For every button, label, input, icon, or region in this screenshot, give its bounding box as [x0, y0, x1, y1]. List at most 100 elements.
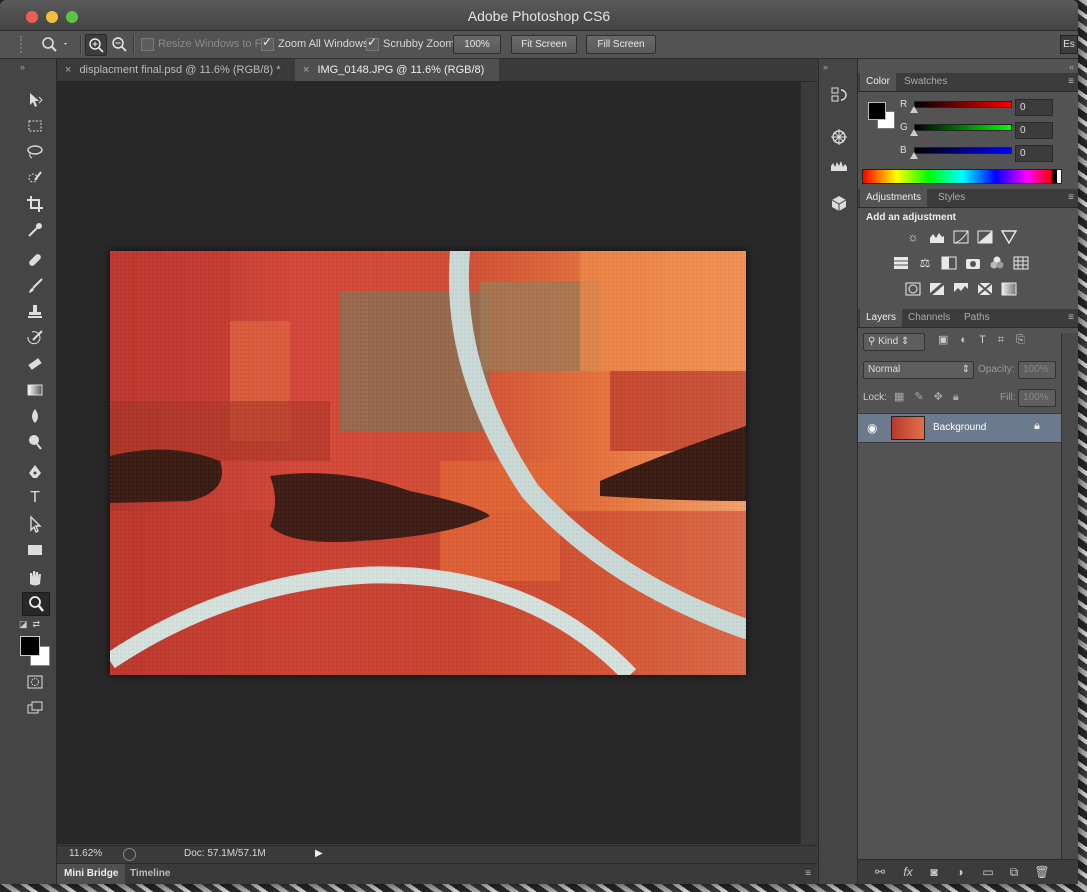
healing-brush-tool-icon[interactable]	[22, 249, 48, 271]
layer-name[interactable]: Background	[933, 422, 986, 433]
new-group-icon[interactable]: ▭	[980, 864, 996, 880]
resize-windows-checkbox[interactable]: Resize Windows to Fit	[141, 37, 267, 51]
adjustment-filter-icon[interactable]: ◐	[960, 334, 979, 346]
zoom-level[interactable]: 11.62%	[69, 848, 102, 859]
zoom-in-icon[interactable]	[85, 34, 107, 56]
gradient-map-icon[interactable]	[1000, 281, 1018, 297]
workspace-switcher[interactable]: Es	[1060, 35, 1078, 54]
type-filter-icon[interactable]: T	[979, 334, 998, 346]
lock-position-icon[interactable]: ✥	[934, 391, 953, 403]
levels-icon[interactable]	[928, 229, 946, 245]
tab-adjustments[interactable]: Adjustments	[860, 189, 928, 207]
red-slider[interactable]: R 0	[858, 99, 1078, 119]
type-tool-icon[interactable]: T	[22, 487, 48, 509]
invert-icon[interactable]	[904, 281, 922, 297]
color-swatches[interactable]	[20, 636, 50, 666]
close-tab-icon[interactable]: ×	[65, 64, 71, 76]
blur-tool-icon[interactable]	[22, 405, 48, 427]
pixel-filter-icon[interactable]: ▣	[938, 334, 960, 346]
smart-object-filter-icon[interactable]: ⎘	[1016, 334, 1037, 346]
blend-mode-select[interactable]: Normal ⇕	[863, 361, 974, 379]
link-layers-icon[interactable]: ⚯	[872, 864, 888, 880]
lock-all-icon[interactable]: 🔒︎	[953, 391, 969, 403]
crop-tool-icon[interactable]	[22, 193, 48, 215]
navigator-icon[interactable]	[829, 127, 849, 147]
brush-tool-icon[interactable]	[22, 275, 48, 297]
tab-img-0148[interactable]: × IMG_0148.JPG @ 11.6% (RGB/8)	[295, 59, 499, 81]
panel-menu-icon[interactable]: ≡	[805, 868, 811, 879]
new-layer-icon[interactable]: ⧉	[1006, 864, 1022, 880]
delete-layer-icon[interactable]: 🗑︎	[1034, 864, 1050, 880]
fill-screen-button[interactable]: Fill Screen	[586, 35, 656, 54]
screen-mode-icon[interactable]	[22, 697, 48, 719]
lock-pixels-icon[interactable]: ✎	[914, 391, 933, 403]
blue-track[interactable]	[914, 147, 1012, 154]
tab-color[interactable]: Color	[860, 73, 896, 91]
layers-scrollbar[interactable]	[1061, 333, 1078, 859]
marquee-tool-icon[interactable]	[22, 115, 48, 137]
fill-input[interactable]: 100%	[1018, 389, 1056, 407]
tab-channels[interactable]: Channels	[902, 309, 956, 327]
selective-color-icon[interactable]	[976, 281, 994, 297]
green-track[interactable]	[914, 124, 1012, 131]
tab-timeline[interactable]: Timeline	[123, 864, 177, 884]
tab-displacment-final[interactable]: × displacment final.psd @ 11.6% (RGB/8) *	[57, 59, 293, 81]
green-slider[interactable]: G 0	[858, 122, 1078, 142]
eraser-tool-icon[interactable]	[22, 353, 48, 375]
lock-transparent-icon[interactable]: ▦	[894, 391, 914, 403]
gradient-tool-icon[interactable]	[22, 379, 48, 401]
color-spectrum-ramp[interactable]	[862, 169, 1062, 184]
threshold-icon[interactable]	[952, 281, 970, 297]
new-adjustment-layer-icon[interactable]: ◑	[952, 864, 968, 880]
fit-screen-button[interactable]: Fit Screen	[511, 35, 577, 54]
posterize-icon[interactable]	[928, 281, 946, 297]
layer-row-background[interactable]: ◉ Background 🔒︎	[858, 413, 1062, 443]
histogram-icon[interactable]	[829, 155, 849, 175]
zoom-all-windows-checkbox[interactable]: Zoom All Windows	[261, 35, 368, 51]
rectangle-tool-icon[interactable]	[22, 539, 48, 561]
zoom-out-icon[interactable]	[109, 34, 129, 54]
lock-icons[interactable]: ▦✎✥🔒︎	[894, 390, 969, 404]
document-image[interactable]	[110, 251, 746, 675]
color-balance-icon[interactable]: ⚖	[916, 255, 934, 271]
brightness-contrast-icon[interactable]: ☼	[904, 229, 922, 245]
photo-filter-icon[interactable]	[964, 255, 982, 271]
status-icon[interactable]	[123, 848, 136, 861]
hand-tool-icon[interactable]	[22, 567, 48, 589]
red-value[interactable]: 0	[1015, 99, 1053, 116]
add-mask-icon[interactable]: ◙	[926, 864, 942, 880]
history-icon[interactable]	[829, 85, 849, 105]
channel-mixer-icon[interactable]	[988, 255, 1006, 271]
green-value[interactable]: 0	[1015, 122, 1053, 139]
tab-swatches[interactable]: Swatches	[898, 73, 953, 91]
collapse-dock-icon[interactable]: »	[823, 62, 828, 72]
curves-icon[interactable]	[952, 229, 970, 245]
collapse-toolbar-icon[interactable]: »	[20, 62, 25, 72]
lasso-tool-icon[interactable]	[22, 141, 48, 163]
status-menu-arrow-icon[interactable]: ▶	[315, 848, 323, 859]
shape-filter-icon[interactable]: ⌗	[998, 334, 1016, 346]
red-track[interactable]	[914, 101, 1012, 108]
slider-thumb[interactable]	[910, 129, 918, 136]
tab-layers[interactable]: Layers	[860, 309, 903, 327]
eyedropper-tool-icon[interactable]	[22, 219, 48, 241]
close-tab-icon[interactable]: ×	[303, 64, 309, 76]
foreground-color-swatch[interactable]	[20, 636, 40, 656]
scrubby-zoom-checkbox[interactable]: Scrubby Zoom	[366, 35, 455, 51]
black-white-icon[interactable]	[940, 255, 958, 271]
quick-mask-icon[interactable]	[22, 671, 48, 693]
tab-paths[interactable]: Paths	[958, 309, 996, 327]
pen-tool-icon[interactable]	[22, 461, 48, 483]
clone-stamp-tool-icon[interactable]	[22, 301, 48, 323]
hue-saturation-icon[interactable]	[892, 255, 910, 271]
slider-thumb[interactable]	[910, 152, 918, 159]
blue-slider[interactable]: B 0	[858, 145, 1078, 165]
layer-kind-filter[interactable]: ⚲ Kind ⇕	[863, 333, 925, 351]
quick-selection-tool-icon[interactable]	[22, 167, 48, 189]
panel-menu-icon[interactable]: ≡	[1068, 192, 1074, 203]
layer-style-icon[interactable]: fx	[900, 864, 916, 880]
options-bar-grip[interactable]	[20, 36, 24, 53]
visibility-eye-icon[interactable]: ◉	[867, 421, 877, 435]
move-tool-icon[interactable]	[22, 89, 48, 111]
path-selection-tool-icon[interactable]	[22, 513, 48, 535]
